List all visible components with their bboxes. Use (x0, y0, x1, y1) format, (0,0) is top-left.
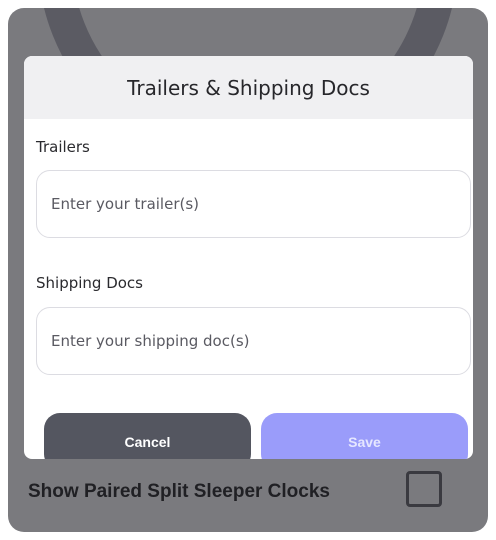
paired-split-sleeper-setting: Show Paired Split Sleeper Clocks (28, 471, 468, 515)
trailers-label: Trailers (36, 138, 90, 156)
dialog-title: Trailers & Shipping Docs (127, 75, 370, 100)
cancel-button[interactable]: Cancel (44, 413, 251, 459)
screen-frame: Show Paired Split Sleeper Clocks Trailer… (8, 8, 488, 532)
save-button[interactable]: Save (261, 413, 468, 459)
paired-split-sleeper-label: Show Paired Split Sleeper Clocks (28, 481, 330, 502)
trailers-input[interactable] (36, 170, 471, 238)
trailers-shipping-dialog: Trailers & Shipping Docs Trailers Shippi… (24, 56, 473, 459)
shipping-docs-input[interactable] (36, 307, 471, 375)
dialog-header: Trailers & Shipping Docs (24, 56, 473, 119)
paired-split-sleeper-checkbox[interactable] (406, 471, 442, 507)
shipping-docs-label: Shipping Docs (36, 274, 143, 292)
